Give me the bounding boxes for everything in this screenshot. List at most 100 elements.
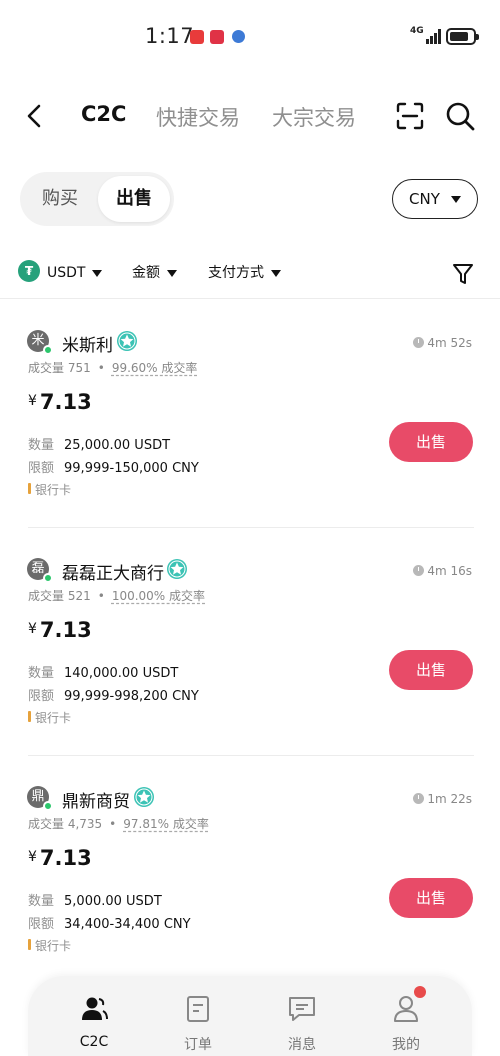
- profile-icon: [394, 996, 418, 1022]
- coin-filter[interactable]: USDT: [47, 260, 103, 286]
- bottom-nav-label: C2C: [79, 1034, 109, 1050]
- bottom-nav-label: 我的: [392, 1037, 420, 1053]
- payment-filter[interactable]: 支付方式: [208, 260, 281, 286]
- payment-method: 银行卡: [28, 481, 71, 498]
- quantity-row: 数量 5,000.00 USDT: [28, 890, 162, 909]
- merchant-name[interactable]: 米斯利: [62, 331, 113, 356]
- verified-badge-icon: [167, 559, 187, 579]
- bottom-nav-c2c[interactable]: C2C: [54, 994, 134, 1050]
- payment-method: 银行卡: [28, 937, 71, 954]
- clock-icon: [413, 565, 425, 576]
- price: ¥7.13: [28, 618, 92, 642]
- limit-label: 限额: [28, 689, 55, 704]
- currency-label: CNY: [409, 190, 440, 208]
- bottom-nav-messages[interactable]: 消息: [262, 994, 342, 1054]
- limit-value: 99,999-150,000 CNY: [64, 461, 199, 476]
- timer-value: 4m 16s: [427, 564, 472, 578]
- network-type: 4G: [410, 26, 424, 36]
- bottom-nav-profile[interactable]: 我的: [366, 994, 446, 1054]
- signal-icon: [426, 28, 442, 44]
- status-time: 1:17: [145, 24, 195, 48]
- tab-c2c[interactable]: C2C: [81, 102, 126, 126]
- back-arrow-icon[interactable]: [22, 98, 50, 134]
- clock-icon: [413, 337, 425, 348]
- quantity-value: 5,000.00 USDT: [64, 894, 162, 909]
- quantity-label: 数量: [28, 438, 55, 453]
- quantity-value: 140,000.00 USDT: [64, 666, 179, 681]
- trade-volume: 成交量 751: [28, 361, 91, 375]
- verified-badge-icon: [117, 331, 137, 351]
- quantity-label: 数量: [28, 666, 55, 681]
- trade-volume: 成交量 4,735: [28, 817, 103, 831]
- caret-down-icon: [451, 196, 461, 203]
- limit-row: 限额 34,400-34,400 CNY: [28, 913, 191, 932]
- sell-button[interactable]: 出售: [389, 650, 473, 690]
- divider: [0, 298, 500, 299]
- merchant-stats: 成交量 521 • 100.00% 成交率: [28, 589, 206, 603]
- app-notification-icon: [232, 30, 245, 43]
- bottom-nav-label: 消息: [288, 1037, 316, 1053]
- limit-value: 34,400-34,400 CNY: [64, 917, 191, 932]
- price: ¥7.13: [28, 846, 92, 870]
- buy-sell-toggle: 购买 出售: [20, 172, 174, 226]
- listing-card: 米 米斯利 4m 52s 成交量 751 • 99.60% 成交率 ¥7.13 数量…: [0, 300, 500, 528]
- merchant-name[interactable]: 鼎新商贸: [62, 787, 130, 812]
- listing-card: 磊 磊磊正大商行 4m 16s 成交量 521 • 100.00% 成交率 ¥7.1…: [0, 528, 500, 756]
- limit-row: 限额 99,999-150,000 CNY: [28, 457, 199, 476]
- currency-symbol: ¥: [28, 393, 37, 409]
- online-status-dot: [43, 573, 53, 583]
- listing-card: 鼎 鼎新商贸 1m 22s 成交量 4,735 • 97.81% 成交率 ¥7.13…: [0, 756, 500, 984]
- tab-quick-trade[interactable]: 快捷交易: [156, 102, 240, 132]
- payment-timer: 4m 16s: [413, 564, 472, 578]
- quantity-label: 数量: [28, 894, 55, 909]
- sell-button[interactable]: 出售: [389, 422, 473, 462]
- currency-symbol: ¥: [28, 849, 37, 865]
- coin-filter-label: USDT: [47, 265, 86, 281]
- completion-rate: 97.81% 成交率: [123, 817, 209, 831]
- price-value: 7.13: [39, 618, 92, 642]
- tab-block-trade[interactable]: 大宗交易: [272, 102, 356, 132]
- bottom-nav-label: 订单: [184, 1037, 212, 1053]
- merchant-stats: 成交量 751 • 99.60% 成交率: [28, 361, 198, 375]
- status-bar: 1:17 4G: [0, 0, 500, 76]
- amount-filter-label: 金额: [132, 265, 160, 281]
- payment-filter-label: 支付方式: [208, 265, 264, 281]
- top-nav: C2C 快捷交易 大宗交易: [0, 90, 500, 142]
- message-icon: [289, 997, 315, 1021]
- verified-badge-icon: [134, 787, 154, 807]
- buy-toggle-option[interactable]: 购买: [24, 176, 96, 222]
- caret-down-icon: [271, 269, 281, 277]
- bottom-nav: C2C 订单 消息 我的: [28, 976, 472, 1056]
- sell-toggle-option[interactable]: 出售: [98, 176, 170, 222]
- trade-volume: 成交量 521: [28, 589, 91, 603]
- search-icon[interactable]: [444, 100, 476, 132]
- price: ¥7.13: [28, 390, 92, 414]
- scan-icon[interactable]: [394, 100, 426, 132]
- online-status-dot: [43, 801, 53, 811]
- payment-timer: 1m 22s: [413, 792, 472, 806]
- payment-method: 银行卡: [28, 709, 71, 726]
- completion-rate: 99.60% 成交率: [111, 361, 198, 375]
- merchant-name[interactable]: 磊磊正大商行: [62, 559, 164, 584]
- order-icon: [187, 996, 209, 1022]
- sell-button[interactable]: 出售: [389, 878, 473, 918]
- caret-down-icon: [167, 269, 177, 277]
- merchant-stats: 成交量 4,735 • 97.81% 成交率: [28, 817, 209, 831]
- quantity-value: 25,000.00 USDT: [64, 438, 171, 453]
- battery-icon: [446, 28, 479, 45]
- bottom-nav-orders[interactable]: 订单: [158, 994, 238, 1054]
- quantity-row: 数量 140,000.00 USDT: [28, 662, 178, 681]
- payment-timer: 4m 52s: [413, 336, 472, 350]
- app-notification-icon: [190, 30, 204, 44]
- clock-icon: [413, 793, 425, 804]
- currency-selector[interactable]: CNY: [392, 179, 478, 219]
- limit-label: 限额: [28, 461, 55, 476]
- timer-value: 4m 52s: [427, 336, 472, 350]
- price-value: 7.13: [39, 390, 92, 414]
- filter-funnel-icon[interactable]: [452, 262, 474, 286]
- currency-symbol: ¥: [28, 621, 37, 637]
- quantity-row: 数量 25,000.00 USDT: [28, 434, 170, 453]
- amount-filter[interactable]: 金额: [132, 260, 177, 286]
- completion-rate: 100.00% 成交率: [111, 589, 206, 603]
- limit-value: 99,999-998,200 CNY: [64, 689, 199, 704]
